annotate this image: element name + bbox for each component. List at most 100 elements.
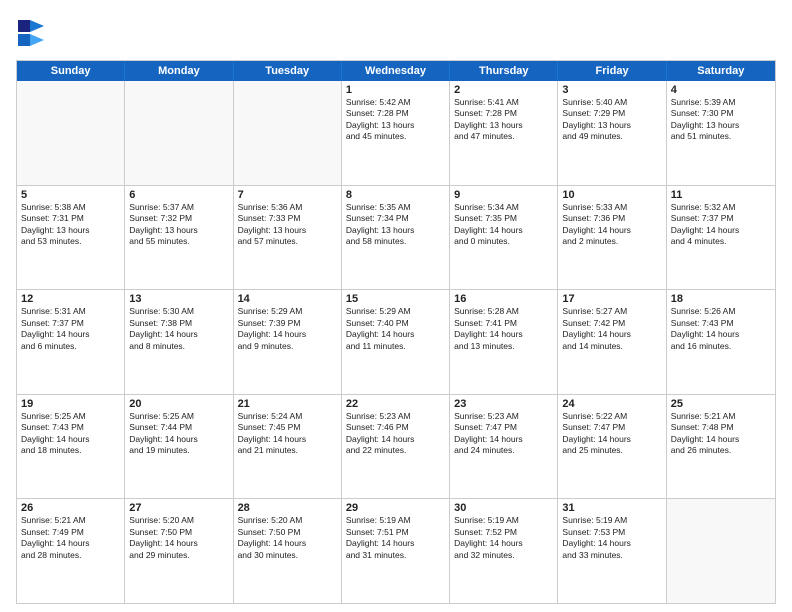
table-row: 7Sunrise: 5:36 AMSunset: 7:33 PMDaylight… bbox=[234, 186, 342, 290]
table-row: 4Sunrise: 5:39 AMSunset: 7:30 PMDaylight… bbox=[667, 81, 775, 185]
table-row: 15Sunrise: 5:29 AMSunset: 7:40 PMDayligh… bbox=[342, 290, 450, 394]
day-info: Sunrise: 5:23 AMSunset: 7:47 PMDaylight:… bbox=[454, 411, 553, 457]
calendar-week-row: 12Sunrise: 5:31 AMSunset: 7:37 PMDayligh… bbox=[17, 289, 775, 394]
table-row: 1Sunrise: 5:42 AMSunset: 7:28 PMDaylight… bbox=[342, 81, 450, 185]
table-row: 28Sunrise: 5:20 AMSunset: 7:50 PMDayligh… bbox=[234, 499, 342, 603]
table-row: 6Sunrise: 5:37 AMSunset: 7:32 PMDaylight… bbox=[125, 186, 233, 290]
day-number: 31 bbox=[562, 502, 661, 514]
day-number: 30 bbox=[454, 502, 553, 514]
logo-icon bbox=[16, 16, 48, 52]
table-row: 31Sunrise: 5:19 AMSunset: 7:53 PMDayligh… bbox=[558, 499, 666, 603]
day-info: Sunrise: 5:25 AMSunset: 7:44 PMDaylight:… bbox=[129, 411, 228, 457]
table-row: 8Sunrise: 5:35 AMSunset: 7:34 PMDaylight… bbox=[342, 186, 450, 290]
table-row: 16Sunrise: 5:28 AMSunset: 7:41 PMDayligh… bbox=[450, 290, 558, 394]
day-number: 1 bbox=[346, 84, 445, 96]
day-number: 25 bbox=[671, 398, 771, 410]
calendar-week-row: 5Sunrise: 5:38 AMSunset: 7:31 PMDaylight… bbox=[17, 185, 775, 290]
calendar-week-row: 1Sunrise: 5:42 AMSunset: 7:28 PMDaylight… bbox=[17, 81, 775, 185]
day-number: 15 bbox=[346, 293, 445, 305]
day-number: 10 bbox=[562, 189, 661, 201]
day-number: 5 bbox=[21, 189, 120, 201]
day-info: Sunrise: 5:36 AMSunset: 7:33 PMDaylight:… bbox=[238, 202, 337, 248]
table-row: 25Sunrise: 5:21 AMSunset: 7:48 PMDayligh… bbox=[667, 395, 775, 499]
table-row: 27Sunrise: 5:20 AMSunset: 7:50 PMDayligh… bbox=[125, 499, 233, 603]
table-row: 24Sunrise: 5:22 AMSunset: 7:47 PMDayligh… bbox=[558, 395, 666, 499]
table-row: 19Sunrise: 5:25 AMSunset: 7:43 PMDayligh… bbox=[17, 395, 125, 499]
day-number: 22 bbox=[346, 398, 445, 410]
day-number: 29 bbox=[346, 502, 445, 514]
day-info: Sunrise: 5:22 AMSunset: 7:47 PMDaylight:… bbox=[562, 411, 661, 457]
day-number: 24 bbox=[562, 398, 661, 410]
day-info: Sunrise: 5:39 AMSunset: 7:30 PMDaylight:… bbox=[671, 97, 771, 143]
day-number: 2 bbox=[454, 84, 553, 96]
day-number: 13 bbox=[129, 293, 228, 305]
day-info: Sunrise: 5:25 AMSunset: 7:43 PMDaylight:… bbox=[21, 411, 120, 457]
day-number: 6 bbox=[129, 189, 228, 201]
table-row: 29Sunrise: 5:19 AMSunset: 7:51 PMDayligh… bbox=[342, 499, 450, 603]
day-number: 18 bbox=[671, 293, 771, 305]
day-number: 20 bbox=[129, 398, 228, 410]
day-info: Sunrise: 5:28 AMSunset: 7:41 PMDaylight:… bbox=[454, 306, 553, 352]
day-number: 11 bbox=[671, 189, 771, 201]
day-info: Sunrise: 5:24 AMSunset: 7:45 PMDaylight:… bbox=[238, 411, 337, 457]
day-number: 14 bbox=[238, 293, 337, 305]
day-number: 12 bbox=[21, 293, 120, 305]
day-of-week-header: Thursday bbox=[450, 61, 558, 81]
day-number: 4 bbox=[671, 84, 771, 96]
day-info: Sunrise: 5:29 AMSunset: 7:40 PMDaylight:… bbox=[346, 306, 445, 352]
table-row: 18Sunrise: 5:26 AMSunset: 7:43 PMDayligh… bbox=[667, 290, 775, 394]
day-info: Sunrise: 5:34 AMSunset: 7:35 PMDaylight:… bbox=[454, 202, 553, 248]
day-number: 27 bbox=[129, 502, 228, 514]
day-of-week-header: Friday bbox=[558, 61, 666, 81]
calendar: SundayMondayTuesdayWednesdayThursdayFrid… bbox=[16, 60, 776, 604]
day-info: Sunrise: 5:41 AMSunset: 7:28 PMDaylight:… bbox=[454, 97, 553, 143]
table-row: 5Sunrise: 5:38 AMSunset: 7:31 PMDaylight… bbox=[17, 186, 125, 290]
day-info: Sunrise: 5:29 AMSunset: 7:39 PMDaylight:… bbox=[238, 306, 337, 352]
day-info: Sunrise: 5:31 AMSunset: 7:37 PMDaylight:… bbox=[21, 306, 120, 352]
table-row: 10Sunrise: 5:33 AMSunset: 7:36 PMDayligh… bbox=[558, 186, 666, 290]
page: SundayMondayTuesdayWednesdayThursdayFrid… bbox=[0, 0, 792, 612]
table-row: 3Sunrise: 5:40 AMSunset: 7:29 PMDaylight… bbox=[558, 81, 666, 185]
table-row: 21Sunrise: 5:24 AMSunset: 7:45 PMDayligh… bbox=[234, 395, 342, 499]
header bbox=[16, 16, 776, 52]
logo bbox=[16, 16, 48, 52]
day-number: 3 bbox=[562, 84, 661, 96]
day-info: Sunrise: 5:19 AMSunset: 7:52 PMDaylight:… bbox=[454, 515, 553, 561]
table-row bbox=[17, 81, 125, 185]
day-number: 21 bbox=[238, 398, 337, 410]
table-row: 14Sunrise: 5:29 AMSunset: 7:39 PMDayligh… bbox=[234, 290, 342, 394]
day-of-week-header: Sunday bbox=[17, 61, 125, 81]
table-row: 12Sunrise: 5:31 AMSunset: 7:37 PMDayligh… bbox=[17, 290, 125, 394]
table-row bbox=[234, 81, 342, 185]
day-number: 16 bbox=[454, 293, 553, 305]
table-row: 20Sunrise: 5:25 AMSunset: 7:44 PMDayligh… bbox=[125, 395, 233, 499]
day-info: Sunrise: 5:21 AMSunset: 7:48 PMDaylight:… bbox=[671, 411, 771, 457]
day-info: Sunrise: 5:37 AMSunset: 7:32 PMDaylight:… bbox=[129, 202, 228, 248]
day-info: Sunrise: 5:30 AMSunset: 7:38 PMDaylight:… bbox=[129, 306, 228, 352]
day-info: Sunrise: 5:27 AMSunset: 7:42 PMDaylight:… bbox=[562, 306, 661, 352]
day-number: 26 bbox=[21, 502, 120, 514]
calendar-header-row: SundayMondayTuesdayWednesdayThursdayFrid… bbox=[17, 61, 775, 81]
table-row: 23Sunrise: 5:23 AMSunset: 7:47 PMDayligh… bbox=[450, 395, 558, 499]
table-row: 11Sunrise: 5:32 AMSunset: 7:37 PMDayligh… bbox=[667, 186, 775, 290]
day-of-week-header: Wednesday bbox=[342, 61, 450, 81]
day-info: Sunrise: 5:23 AMSunset: 7:46 PMDaylight:… bbox=[346, 411, 445, 457]
day-info: Sunrise: 5:26 AMSunset: 7:43 PMDaylight:… bbox=[671, 306, 771, 352]
day-info: Sunrise: 5:33 AMSunset: 7:36 PMDaylight:… bbox=[562, 202, 661, 248]
day-number: 7 bbox=[238, 189, 337, 201]
table-row: 30Sunrise: 5:19 AMSunset: 7:52 PMDayligh… bbox=[450, 499, 558, 603]
table-row: 22Sunrise: 5:23 AMSunset: 7:46 PMDayligh… bbox=[342, 395, 450, 499]
day-info: Sunrise: 5:19 AMSunset: 7:53 PMDaylight:… bbox=[562, 515, 661, 561]
table-row: 9Sunrise: 5:34 AMSunset: 7:35 PMDaylight… bbox=[450, 186, 558, 290]
day-number: 23 bbox=[454, 398, 553, 410]
table-row: 26Sunrise: 5:21 AMSunset: 7:49 PMDayligh… bbox=[17, 499, 125, 603]
day-of-week-header: Tuesday bbox=[234, 61, 342, 81]
calendar-body: 1Sunrise: 5:42 AMSunset: 7:28 PMDaylight… bbox=[17, 81, 775, 603]
day-info: Sunrise: 5:20 AMSunset: 7:50 PMDaylight:… bbox=[129, 515, 228, 561]
day-number: 8 bbox=[346, 189, 445, 201]
day-of-week-header: Saturday bbox=[667, 61, 775, 81]
day-number: 28 bbox=[238, 502, 337, 514]
table-row: 2Sunrise: 5:41 AMSunset: 7:28 PMDaylight… bbox=[450, 81, 558, 185]
day-info: Sunrise: 5:20 AMSunset: 7:50 PMDaylight:… bbox=[238, 515, 337, 561]
day-info: Sunrise: 5:35 AMSunset: 7:34 PMDaylight:… bbox=[346, 202, 445, 248]
